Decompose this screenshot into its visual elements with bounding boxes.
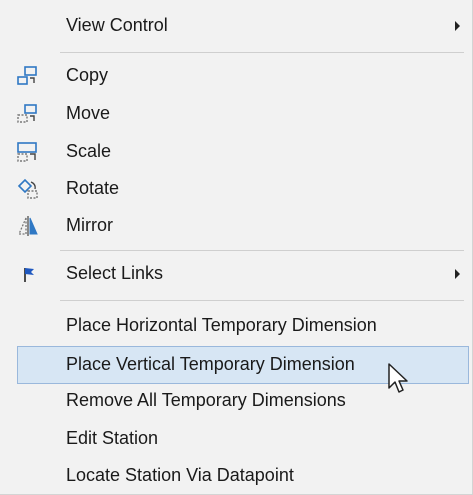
menu-item-locate-station[interactable]: Locate Station Via Datapoint: [0, 458, 472, 494]
move-icon: [17, 104, 37, 123]
menu-item-rotate[interactable]: Rotate: [0, 171, 472, 207]
menu-item-label: Copy: [66, 65, 109, 86]
menu-item-place-horizontal-dimension[interactable]: Place Horizontal Temporary Dimension: [0, 308, 472, 344]
menu-item-move[interactable]: Move: [0, 96, 472, 132]
mirror-icon: [18, 216, 38, 236]
menu-item-scale[interactable]: Scale: [0, 134, 472, 170]
menu-item-label: Rotate: [66, 178, 120, 199]
menu-separator: [60, 250, 464, 251]
menu-item-label: Place Vertical Temporary Dimension: [66, 354, 355, 375]
menu-item-label: View Control: [66, 15, 168, 36]
menu-item-label: Locate Station Via Datapoint: [66, 465, 294, 486]
menu-item-select-links[interactable]: Select Links: [0, 256, 472, 292]
menu-item-label: Select Links: [66, 263, 164, 284]
menu-item-label: Move: [66, 103, 111, 124]
menu-item-label: Mirror: [66, 215, 113, 236]
flag-icon: [24, 268, 34, 282]
copy-icon: [17, 66, 37, 85]
menu-item-label: Remove All Temporary Dimensions: [66, 390, 346, 411]
context-menu: View Control Copy Move Scale Rotate Mirr…: [0, 0, 473, 495]
menu-item-edit-station[interactable]: Edit Station: [0, 421, 472, 457]
menu-separator: [60, 52, 464, 53]
mouse-cursor-icon: [388, 363, 408, 393]
rotate-icon: [17, 178, 38, 199]
menu-item-label: Place Horizontal Temporary Dimension: [66, 315, 377, 336]
scale-icon: [17, 142, 37, 162]
menu-item-copy[interactable]: Copy: [0, 58, 472, 94]
submenu-arrow-icon: [455, 21, 460, 31]
submenu-arrow-icon: [455, 269, 460, 279]
menu-item-mirror[interactable]: Mirror: [0, 208, 472, 244]
menu-item-view-control[interactable]: View Control: [0, 8, 472, 44]
menu-item-label: Scale: [66, 141, 112, 162]
menu-separator: [60, 300, 464, 301]
menu-item-label: Edit Station: [66, 428, 159, 449]
